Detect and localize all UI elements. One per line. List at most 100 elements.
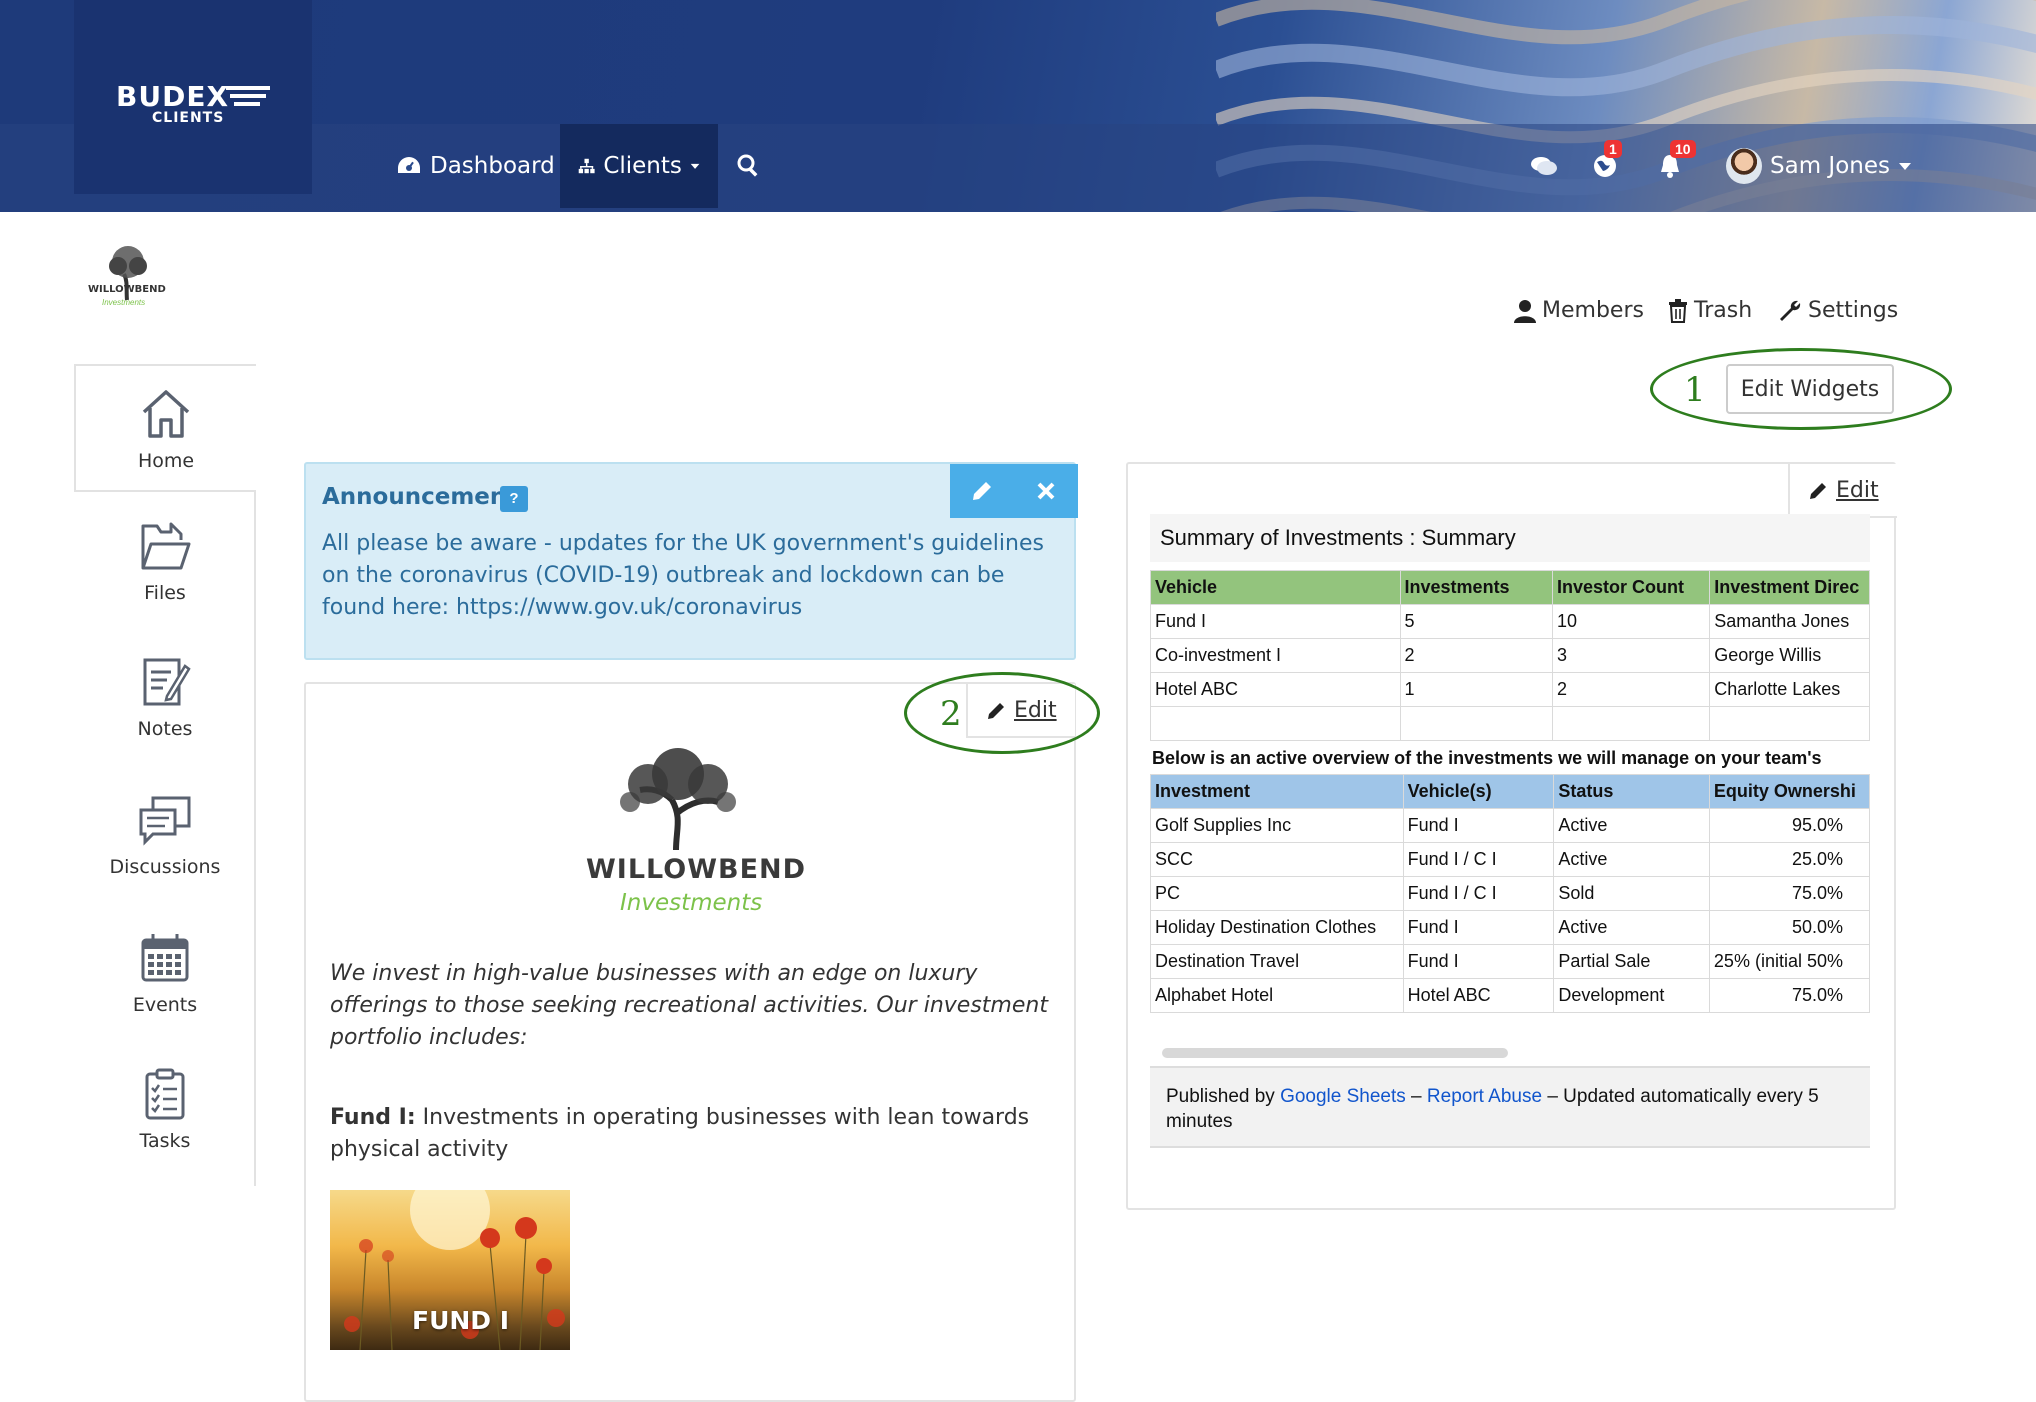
vehicle-table-wrap[interactable]: Vehicle Investments Investor Count Investme…: [1150, 570, 1870, 741]
announcement-help-icon[interactable]: ?: [500, 486, 528, 512]
nav-search[interactable]: [736, 124, 762, 208]
fund-image-caption: FUND I: [412, 1306, 510, 1335]
members-link[interactable]: Members: [1514, 298, 1644, 323]
google-sheets-link[interactable]: Google Sheets: [1280, 1086, 1406, 1107]
table-cell: Active: [1553, 910, 1710, 945]
messages-badge: 1: [1604, 140, 1622, 158]
table-cell: Fund I: [1402, 910, 1555, 945]
fund-text: Investments in operating businesses with…: [330, 1105, 1030, 1162]
annotation-ellipse-2: [904, 672, 1100, 754]
fund-image[interactable]: FUND I: [330, 1190, 570, 1350]
members-label: Members: [1542, 298, 1644, 323]
close-icon: [1037, 482, 1055, 500]
table-cell: 5: [1399, 604, 1554, 639]
brand-logo-sub: CLIENTS: [152, 110, 225, 126]
willowbend-tree-logo: [620, 748, 736, 851]
vehicle-table: Vehicle Investments Investor Count Investme…: [1150, 570, 1870, 741]
sidebar-item-label: Notes: [137, 718, 193, 740]
table-cell: Fund I: [1402, 944, 1555, 979]
summary-widget-edit-button[interactable]: Edit: [1788, 464, 1897, 518]
brand-logo-lines-icon: [226, 86, 270, 106]
trash-link[interactable]: Trash: [1668, 298, 1752, 323]
sidebar-item-home[interactable]: Home: [74, 364, 256, 492]
summary-widget-edit-label: Edit: [1836, 477, 1879, 503]
table-header-cell: Vehicle: [1150, 570, 1401, 605]
nav-notifications[interactable]: [1658, 124, 1682, 208]
client-logo-sub: Investments: [102, 298, 146, 307]
sidebar-item-events[interactable]: Events: [74, 930, 256, 1016]
sidebar-item-tasks[interactable]: Tasks: [74, 1066, 256, 1152]
table-cell: Hotel ABC: [1150, 672, 1401, 707]
investment-table: Investment Vehicle(s) Status Equity Ownersh…: [1150, 774, 1870, 1013]
nav-dashboard[interactable]: Dashboard: [396, 124, 555, 208]
table-cell: [1150, 706, 1401, 741]
table-cell: Destination Travel: [1150, 944, 1404, 979]
home-icon: [142, 390, 190, 438]
dashboard-gauge-icon: [398, 157, 420, 173]
footer-dash: –: [1405, 1086, 1427, 1107]
table-cell: 3: [1552, 638, 1711, 673]
sheet-horizontal-scrollbar[interactable]: [1162, 1048, 1508, 1058]
sidebar-item-label: Events: [132, 994, 198, 1016]
user-name: Sam Jones: [1770, 153, 1890, 179]
clipboard-icon: [145, 1068, 185, 1120]
investment-table-wrap[interactable]: Investment Vehicle(s) Status Equity Ownersh…: [1150, 774, 1870, 1013]
trash-label: Trash: [1694, 298, 1753, 323]
user-icon: [1514, 299, 1536, 323]
table-row: Holiday Destination Clothes Fund I Active 5…: [1150, 910, 1870, 945]
table-cell: 75.0%: [1708, 978, 1870, 1013]
nav-clients-label: Clients: [603, 153, 682, 179]
table-row: PC Fund I / C I Sold 75.0%: [1150, 876, 1870, 911]
announcement-body: All please be aware - updates for the UK…: [322, 531, 1044, 620]
edit-widgets-button[interactable]: Edit Widgets: [1726, 364, 1894, 414]
sidebar-item-label: Home: [137, 450, 195, 472]
notifications-badge: 10: [1670, 140, 1696, 158]
table-cell: Samantha Jones: [1709, 604, 1870, 639]
announcement-close-button[interactable]: [1014, 464, 1078, 518]
table-cell: 25.0%: [1708, 842, 1870, 877]
table-cell: [1399, 706, 1554, 741]
sidebar-item-notes[interactable]: Notes: [74, 654, 256, 740]
table-row: Golf Supplies Inc Fund I Active 95.0%: [1150, 808, 1870, 843]
nav-chat[interactable]: [1530, 124, 1558, 208]
pencil-icon: [973, 482, 991, 500]
user-menu[interactable]: Sam Jones: [1770, 124, 1912, 208]
table-row: [1150, 706, 1870, 741]
table-cell: 2: [1552, 672, 1711, 707]
settings-link[interactable]: Settings: [1778, 298, 1898, 323]
sidebar-item-label: Discussions: [109, 856, 221, 878]
table-cell: PC: [1150, 876, 1404, 911]
table-cell: Fund I / C I: [1402, 876, 1555, 911]
table-header-cell: Investment Direc: [1709, 570, 1870, 605]
client-logo-name: WILLOWBEND: [88, 284, 166, 295]
table-cell: 2: [1399, 638, 1554, 673]
table-header-row: Vehicle Investments Investor Count Investme…: [1150, 570, 1870, 605]
caret-down-icon: [1898, 163, 1911, 170]
table-row: SCC Fund I / C I Active 25.0%: [1150, 842, 1870, 877]
table-header-cell: Investments: [1399, 570, 1554, 605]
footer-dash: –: [1542, 1086, 1564, 1107]
table-row: Destination Travel Fund I Partial Sale 25% …: [1150, 944, 1870, 979]
wrench-icon: [1780, 300, 1801, 321]
sidebar-item-files[interactable]: Files: [74, 518, 256, 604]
sheet-note: Below is an active overview of the inves…: [1152, 748, 1822, 768]
trash-icon: [1669, 298, 1687, 323]
user-avatar[interactable]: [1726, 148, 1762, 184]
sheet-title: Summary of Investments : Summary: [1150, 514, 1870, 562]
table-cell: 50.0%: [1708, 910, 1870, 945]
search-icon: [737, 154, 758, 177]
table-row: Hotel ABC 1 2 Charlotte Lakes: [1150, 672, 1870, 707]
report-abuse-link[interactable]: Report Abuse: [1427, 1086, 1542, 1107]
calendar-icon: [141, 934, 189, 982]
top-bar: BUDEX CLIENTS: [0, 0, 2036, 212]
nav-clients[interactable]: Clients: [560, 124, 718, 208]
nav-messages[interactable]: [1592, 124, 1618, 208]
brand-logo-name[interactable]: BUDEX: [116, 80, 229, 113]
announcement-edit-button[interactable]: [950, 464, 1014, 518]
table-cell: SCC: [1150, 842, 1404, 877]
sidebar-item-label: Tasks: [139, 1130, 191, 1152]
sidebar-item-discussions[interactable]: Discussions: [74, 792, 256, 878]
nav-dashboard-label: Dashboard: [430, 153, 555, 179]
table-row: Co-investment I 2 3 George Willis: [1150, 638, 1870, 673]
table-cell: Hotel ABC: [1402, 978, 1555, 1013]
